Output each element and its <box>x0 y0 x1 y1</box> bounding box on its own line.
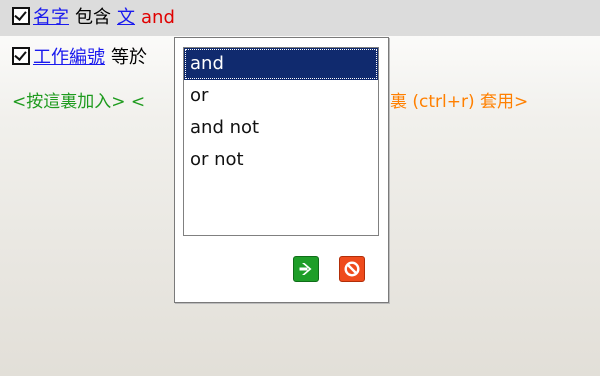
apply-hint: 裏 (ctrl+r) 套用> <box>390 88 528 116</box>
arrow-right-icon <box>299 263 312 275</box>
connector-popup: and or and not or not <box>174 37 389 303</box>
ok-button[interactable] <box>293 256 319 282</box>
add-condition-link[interactable]: <按這裏加入> <box>12 92 126 112</box>
row2-field-link[interactable]: 工作編號 <box>33 47 105 68</box>
row1-field-link[interactable]: 名字 <box>33 7 69 28</box>
row1-operator[interactable]: 包含 <box>75 7 111 28</box>
cancel-icon <box>344 261 360 277</box>
option-or-not[interactable]: or not <box>184 144 378 176</box>
row1-connector[interactable]: and <box>141 7 175 28</box>
filter-hint-row: <按這裏加入> < <box>12 88 145 116</box>
connector-listbox[interactable]: and or and not or not <box>183 47 379 236</box>
option-or[interactable]: or <box>184 80 378 112</box>
filter-row-1: 名字 包含文 and <box>12 4 175 32</box>
option-and[interactable]: and <box>184 48 378 80</box>
row1-value-link[interactable]: 文 <box>117 7 135 28</box>
filter-row-2: 工作編號 等於 <box>12 44 147 72</box>
row2-operator[interactable]: 等於 <box>111 47 147 68</box>
partial-link[interactable]: < <box>131 92 145 112</box>
cancel-button[interactable] <box>339 256 365 282</box>
apply-link[interactable]: 裏 (ctrl+r) 套用> <box>390 92 528 112</box>
row1-checkbox[interactable] <box>12 7 30 25</box>
option-and-not[interactable]: and not <box>184 112 378 144</box>
row2-checkbox[interactable] <box>12 47 30 65</box>
